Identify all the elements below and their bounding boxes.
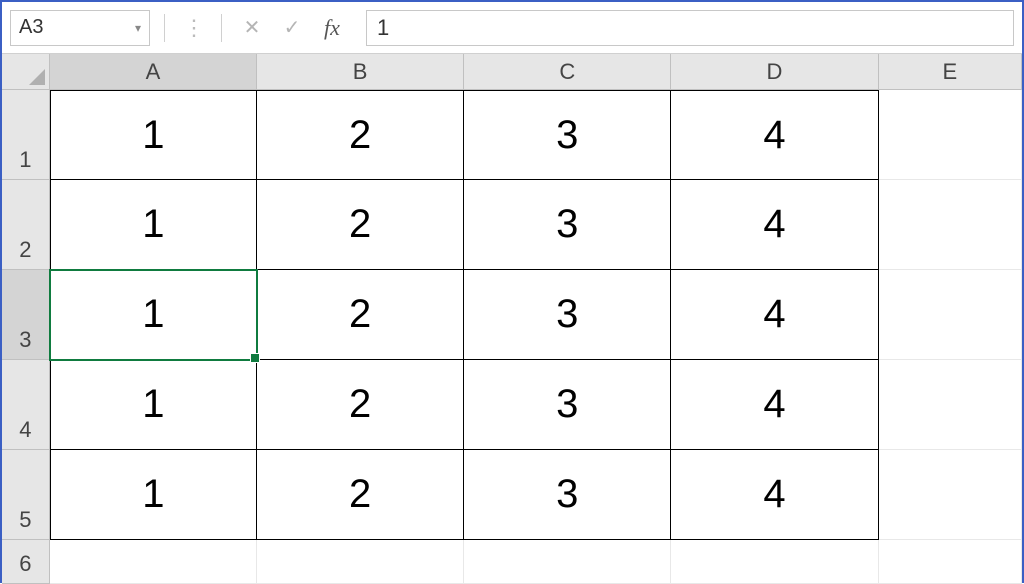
- cell-A5[interactable]: 1: [50, 450, 257, 540]
- table-row: 1 1 2 3 4: [2, 90, 1022, 180]
- cell-B2[interactable]: 2: [257, 180, 464, 270]
- cell-D3[interactable]: 4: [671, 270, 878, 360]
- table-row: 5 1 2 3 4: [2, 450, 1022, 540]
- row-header-3[interactable]: 3: [2, 270, 50, 360]
- row-label: 4: [19, 417, 31, 443]
- table-row: 4 1 2 3 4: [2, 360, 1022, 450]
- spreadsheet-grid: A B C D E 1 1 2 3 4 2 1 2 3 4 3 1 2 3 4 …: [2, 54, 1022, 584]
- cell-value: 1: [142, 382, 164, 427]
- cell-E3[interactable]: [879, 270, 1022, 360]
- cell-C6[interactable]: [464, 540, 671, 584]
- cell-value: 1: [142, 113, 164, 158]
- cell-value: 3: [556, 472, 578, 517]
- column-header-D[interactable]: D: [671, 54, 878, 90]
- cell-D1[interactable]: 4: [671, 90, 878, 180]
- cell-A2[interactable]: 1: [50, 180, 257, 270]
- cell-C5[interactable]: 3: [464, 450, 671, 540]
- name-box-value: A3: [19, 16, 43, 39]
- column-header-row: A B C D E: [2, 54, 1022, 90]
- cell-value: 2: [349, 202, 371, 247]
- check-icon: ✓: [284, 15, 301, 40]
- row-label: 3: [19, 327, 31, 353]
- cell-E6[interactable]: [879, 540, 1022, 584]
- cell-C1[interactable]: 3: [464, 90, 671, 180]
- cell-D5[interactable]: 4: [671, 450, 878, 540]
- column-header-A[interactable]: A: [50, 54, 257, 90]
- cell-C3[interactable]: 3: [464, 270, 671, 360]
- cell-value: 2: [349, 113, 371, 158]
- col-label: A: [146, 59, 161, 85]
- cell-A3[interactable]: 1: [50, 270, 257, 360]
- cell-B3[interactable]: 2: [257, 270, 464, 360]
- row-header-6[interactable]: 6: [2, 540, 50, 584]
- cell-value: 4: [763, 382, 785, 427]
- cell-B1[interactable]: 2: [257, 90, 464, 180]
- formula-value: 1: [377, 15, 389, 41]
- insert-function-button[interactable]: fx: [316, 12, 348, 44]
- cell-value: 4: [763, 202, 785, 247]
- cell-value: 4: [763, 113, 785, 158]
- cell-C2[interactable]: 3: [464, 180, 671, 270]
- table-row: 2 1 2 3 4: [2, 180, 1022, 270]
- cell-value: 3: [556, 113, 578, 158]
- cell-value: 3: [556, 382, 578, 427]
- row-label: 6: [19, 551, 31, 577]
- row-label: 2: [19, 237, 31, 263]
- cell-D2[interactable]: 4: [671, 180, 878, 270]
- expand-handle-icon[interactable]: ⋮: [179, 15, 207, 41]
- cancel-icon: ✕: [244, 15, 261, 40]
- col-label: D: [767, 59, 783, 85]
- cell-D4[interactable]: 4: [671, 360, 878, 450]
- cell-value: 1: [142, 202, 164, 247]
- cell-D6[interactable]: [671, 540, 878, 584]
- cell-A1[interactable]: 1: [50, 90, 257, 180]
- separator: [164, 14, 165, 42]
- cell-value: 2: [349, 382, 371, 427]
- table-row: 6: [2, 540, 1022, 584]
- select-all-corner[interactable]: [2, 54, 50, 90]
- cell-A6[interactable]: [50, 540, 257, 584]
- row-header-2[interactable]: 2: [2, 180, 50, 270]
- col-label: C: [559, 59, 575, 85]
- cell-value: 2: [349, 292, 371, 337]
- cell-value: 4: [763, 292, 785, 337]
- cell-value: 2: [349, 472, 371, 517]
- cell-B5[interactable]: 2: [257, 450, 464, 540]
- col-label: E: [942, 59, 957, 85]
- fx-label: fx: [324, 15, 340, 41]
- row-header-4[interactable]: 4: [2, 360, 50, 450]
- cell-E1[interactable]: [879, 90, 1022, 180]
- cell-E4[interactable]: [879, 360, 1022, 450]
- formula-bar: A3 ▾ ⋮ ✕ ✓ fx 1: [2, 2, 1022, 54]
- row-header-5[interactable]: 5: [2, 450, 50, 540]
- cell-value: 1: [142, 292, 164, 337]
- cell-A4[interactable]: 1: [50, 360, 257, 450]
- cell-value: 1: [142, 472, 164, 517]
- column-header-B[interactable]: B: [257, 54, 464, 90]
- row-label: 1: [19, 147, 31, 173]
- col-label: B: [353, 59, 368, 85]
- chevron-down-icon[interactable]: ▾: [135, 21, 141, 35]
- column-header-C[interactable]: C: [464, 54, 671, 90]
- row-label: 5: [19, 507, 31, 533]
- separator: [221, 14, 222, 42]
- enter-button[interactable]: ✓: [276, 12, 308, 44]
- cell-E2[interactable]: [879, 180, 1022, 270]
- column-header-E[interactable]: E: [879, 54, 1022, 90]
- name-box[interactable]: A3 ▾: [10, 10, 150, 46]
- cell-C4[interactable]: 3: [464, 360, 671, 450]
- formula-input[interactable]: 1: [366, 10, 1014, 46]
- row-header-1[interactable]: 1: [2, 90, 50, 180]
- cell-value: 4: [763, 472, 785, 517]
- cell-value: 3: [556, 202, 578, 247]
- cell-B4[interactable]: 2: [257, 360, 464, 450]
- table-row: 3 1 2 3 4: [2, 270, 1022, 360]
- cell-value: 3: [556, 292, 578, 337]
- cell-E5[interactable]: [879, 450, 1022, 540]
- cancel-button[interactable]: ✕: [236, 12, 268, 44]
- cell-B6[interactable]: [257, 540, 464, 584]
